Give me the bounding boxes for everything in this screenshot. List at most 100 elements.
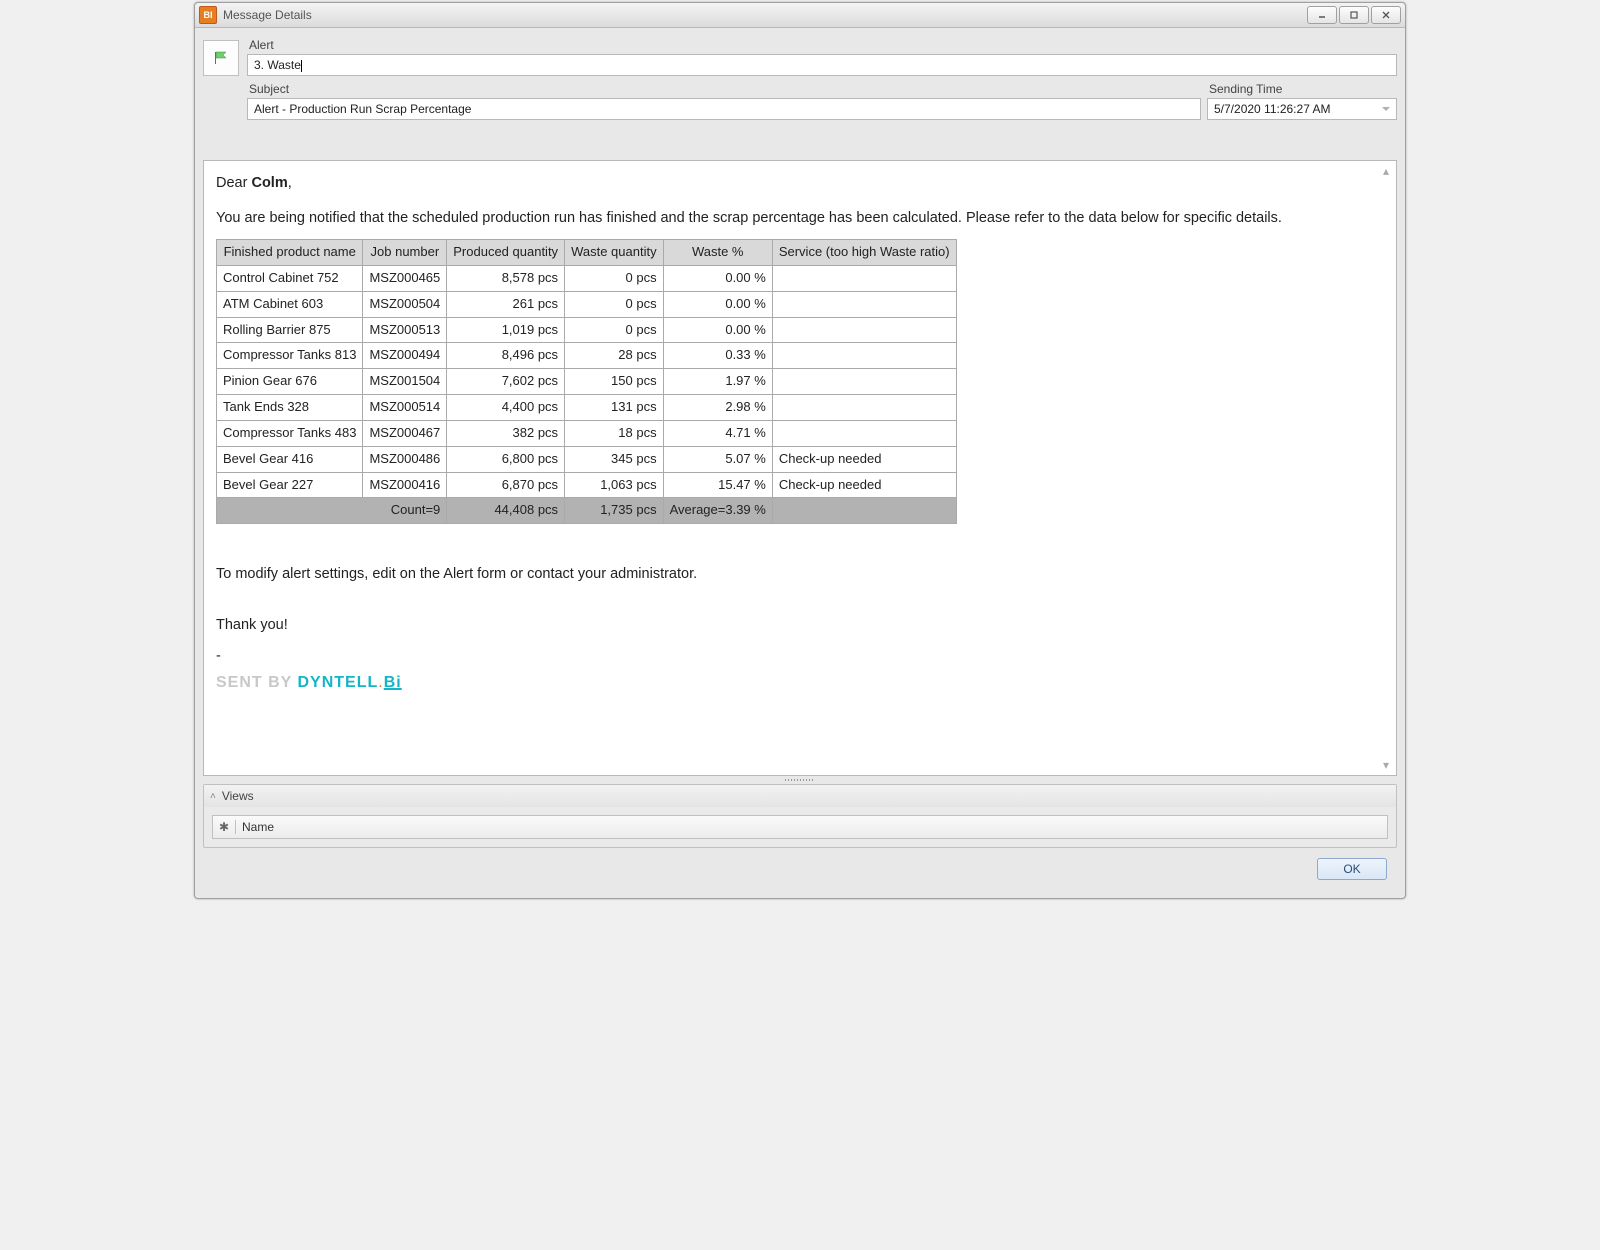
views-column-name: Name <box>236 820 1356 834</box>
views-header[interactable]: ˄ Views <box>204 785 1396 807</box>
views-grid-header[interactable]: ✱ Name <box>212 815 1388 839</box>
minimize-button[interactable] <box>1307 6 1337 24</box>
table-cell: Check-up needed <box>772 472 956 498</box>
table-cell: 345 pcs <box>565 446 664 472</box>
table-cell: 4,400 pcs <box>447 395 565 421</box>
window-title: Message Details <box>223 8 312 22</box>
sending-time-input[interactable]: 5/7/2020 11:26:27 AM <box>1207 98 1397 120</box>
table-cell: Control Cabinet 752 <box>217 265 363 291</box>
table-cell: 1,063 pcs <box>565 472 664 498</box>
titlebar[interactable]: BI Message Details <box>195 3 1405 28</box>
table-cell: 1.97 % <box>663 369 772 395</box>
table-cell: Average=3.39 % <box>663 498 772 524</box>
table-cell: 6,870 pcs <box>447 472 565 498</box>
table-cell: 6,800 pcs <box>447 446 565 472</box>
table-cell <box>772 369 956 395</box>
table-header: Waste % <box>663 240 772 266</box>
table-row: ATM Cabinet 603MSZ000504261 pcs0 pcs0.00… <box>217 291 957 317</box>
table-cell: Pinion Gear 676 <box>217 369 363 395</box>
sent-by-line: SENT BY DYNTELL.Bi <box>216 671 1384 694</box>
table-row: Compressor Tanks 813MSZ0004948,496 pcs28… <box>217 343 957 369</box>
table-cell: 5.07 % <box>663 446 772 472</box>
table-row: Rolling Barrier 875MSZ0005131,019 pcs0 p… <box>217 317 957 343</box>
table-row: Compressor Tanks 483MSZ000467382 pcs18 p… <box>217 420 957 446</box>
table-cell: Bevel Gear 227 <box>217 472 363 498</box>
splitter-handle[interactable] <box>203 776 1397 784</box>
subject-input[interactable]: Alert - Production Run Scrap Percentage <box>247 98 1201 120</box>
subject-label: Subject <box>249 82 1201 96</box>
table-cell: 8,578 pcs <box>447 265 565 291</box>
table-cell: MSZ000514 <box>363 395 447 421</box>
table-header: Waste quantity <box>565 240 664 266</box>
table-cell: 131 pcs <box>565 395 664 421</box>
table-cell: 0.00 % <box>663 291 772 317</box>
table-cell: Count=9 <box>217 498 447 524</box>
alert-label: Alert <box>249 38 1397 52</box>
table-cell: ATM Cabinet 603 <box>217 291 363 317</box>
table-cell: Check-up needed <box>772 446 956 472</box>
table-row: Tank Ends 328MSZ0005144,400 pcs131 pcs2.… <box>217 395 957 421</box>
table-cell: 15.47 % <box>663 472 772 498</box>
table-cell: MSZ000513 <box>363 317 447 343</box>
table-header: Service (too high Waste ratio) <box>772 240 956 266</box>
greeting: Dear Colm, <box>216 173 1384 194</box>
table-cell <box>772 343 956 369</box>
header-panel: Alert 3. Waste Subject Alert - Productio… <box>203 36 1397 120</box>
table-cell <box>772 291 956 317</box>
table-cell: MSZ000504 <box>363 291 447 317</box>
table-row: Bevel Gear 227MSZ0004166,870 pcs1,063 pc… <box>217 472 957 498</box>
table-cell: MSZ000467 <box>363 420 447 446</box>
table-cell: 0 pcs <box>565 265 664 291</box>
table-cell: MSZ001504 <box>363 369 447 395</box>
table-cell: 0 pcs <box>565 291 664 317</box>
scroll-down-icon[interactable]: ▾ <box>1380 759 1392 771</box>
views-panel: ˄ Views ✱ Name <box>203 784 1397 848</box>
signature-dash: - <box>216 646 1384 667</box>
table-cell: Bevel Gear 416 <box>217 446 363 472</box>
intro-paragraph: You are being notified that the schedule… <box>216 208 1384 229</box>
views-title: Views <box>222 789 254 803</box>
table-cell: MSZ000416 <box>363 472 447 498</box>
chevron-up-icon: ˄ <box>210 791 216 802</box>
table-cell: 0 pcs <box>565 317 664 343</box>
table-cell: Tank Ends 328 <box>217 395 363 421</box>
table-cell: MSZ000486 <box>363 446 447 472</box>
table-cell: 0.00 % <box>663 317 772 343</box>
table-cell: Compressor Tanks 483 <box>217 420 363 446</box>
table-cell: 150 pcs <box>565 369 664 395</box>
alert-input[interactable]: 3. Waste <box>247 54 1397 76</box>
table-cell <box>772 395 956 421</box>
table-cell <box>772 317 956 343</box>
table-cell: 18 pcs <box>565 420 664 446</box>
table-cell: 2.98 % <box>663 395 772 421</box>
modify-note: To modify alert settings, edit on the Al… <box>216 564 1384 585</box>
table-cell: 382 pcs <box>447 420 565 446</box>
table-cell: 8,496 pcs <box>447 343 565 369</box>
table-cell: 44,408 pcs <box>447 498 565 524</box>
table-row: Pinion Gear 676MSZ0015047,602 pcs150 pcs… <box>217 369 957 395</box>
table-header: Produced quantity <box>447 240 565 266</box>
table-header: Job number <box>363 240 447 266</box>
table-cell: Rolling Barrier 875 <box>217 317 363 343</box>
table-cell: 0.00 % <box>663 265 772 291</box>
thanks-text: Thank you! <box>216 615 1384 636</box>
table-cell: 7,602 pcs <box>447 369 565 395</box>
table-cell: 261 pcs <box>447 291 565 317</box>
maximize-button[interactable] <box>1339 6 1369 24</box>
scroll-up-icon[interactable]: ▴ <box>1380 165 1392 177</box>
table-cell: MSZ000494 <box>363 343 447 369</box>
sending-time-label: Sending Time <box>1209 82 1397 96</box>
table-header: Finished product name <box>217 240 363 266</box>
close-button[interactable] <box>1371 6 1401 24</box>
table-cell: 0.33 % <box>663 343 772 369</box>
table-row: Control Cabinet 752MSZ0004658,578 pcs0 p… <box>217 265 957 291</box>
flag-icon <box>203 40 239 76</box>
table-cell: 28 pcs <box>565 343 664 369</box>
table-total-row: Count=944,408 pcs1,735 pcsAverage=3.39 % <box>217 498 957 524</box>
table-cell: 1,735 pcs <box>565 498 664 524</box>
message-body-panel: ▴ ▾ Dear Colm, You are being notified th… <box>203 160 1397 776</box>
table-cell: 4.71 % <box>663 420 772 446</box>
table-cell: Compressor Tanks 813 <box>217 343 363 369</box>
table-cell: MSZ000465 <box>363 265 447 291</box>
ok-button[interactable]: OK <box>1317 858 1387 880</box>
